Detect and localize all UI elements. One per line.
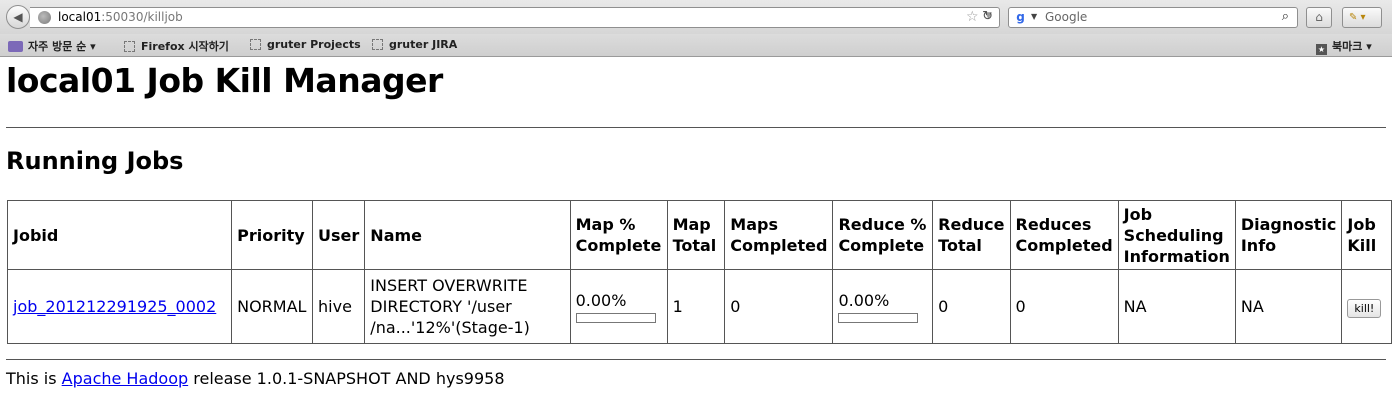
folder-icon [8,41,23,52]
header-priority: Priority [231,200,314,270]
reload-icon[interactable]: ↻ [982,9,993,24]
bookmark-gruter-jira[interactable]: gruter JIRA [372,38,457,51]
back-button[interactable]: ◀ [6,5,30,29]
header-job-kill: Job Kill [1341,200,1392,270]
divider [6,359,1386,360]
cell-job-kill: kill! [1341,269,1392,344]
bookmark-most-visited[interactable]: 자주 방문 순 ▾ [8,38,96,54]
header-map-total: Map Total [666,200,726,270]
header-map-pct: Map % Complete [569,200,668,270]
header-diagnostic-info: Diagnostic Info [1234,200,1343,270]
cell-reduce-pct: 0.00% [832,269,934,344]
apache-hadoop-link[interactable]: Apache Hadoop [62,369,189,388]
home-button[interactable]: ⌂ [1306,7,1332,28]
header-name: Name [364,200,571,270]
google-engine-icon[interactable]: g [1013,10,1028,25]
reduce-pct-text: 0.00% [838,291,890,310]
url-text: local01:50030/killjob [58,10,183,24]
footer-prefix: This is [6,369,62,388]
header-reduces-completed: Reduces Completed [1009,200,1119,270]
page-title: local01 Job Kill Manager [6,61,443,100]
bookmark-label: 자주 방문 순 ▾ [28,40,96,53]
map-pct-text: 0.00% [575,291,627,310]
bookmarks-menu[interactable]: ★ 북마크 ▾ [1316,38,1372,55]
cell-map-pct: 0.00% [569,269,668,344]
bookmark-firefox-start[interactable]: Firefox 시작하기 [124,38,229,54]
bookmark-label: gruter JIRA [389,38,458,51]
bookmarks-toolbar: 자주 방문 순 ▾ Firefox 시작하기 gruter Projects g… [0,34,1392,57]
cell-reduce-total: 0 [932,269,1011,344]
kill-button[interactable]: kill! [1347,298,1382,318]
bookmark-label: Firefox 시작하기 [141,40,229,53]
cell-priority: NORMAL [231,269,314,344]
divider [6,127,1386,128]
header-jobid: Jobid [6,200,233,270]
back-arrow-icon: ◀ [13,10,23,24]
header-reduce-total: Reduce Total [932,200,1011,270]
cell-maps-completed: 0 [724,269,834,344]
table-row: job_201212291925_0002 NORMAL hive INSERT… [6,269,1392,344]
search-placeholder: Google [1045,10,1088,24]
search-icon[interactable]: ⌕ [1282,9,1289,24]
footer: This is Apache Hadoop release 1.0.1-SNAP… [6,369,505,388]
browser-toolbar: ◀ local01:50030/killjob ☆ ▼ ↻ g ▼ Google… [0,0,1392,34]
bookmarks-menu-label: 북마크 ▾ [1332,40,1372,53]
cell-diagnostic-info: NA [1234,269,1343,344]
page-icon [372,39,383,50]
section-title: Running Jobs [6,147,184,175]
cell-user: hive [312,269,366,344]
search-bar[interactable]: g ▼ Google ⌕ [1008,7,1298,28]
map-progress-bar [575,313,656,323]
jobid-link[interactable]: job_201212291925_0002 [13,297,216,316]
url-host: local01 [58,10,102,24]
cell-scheduling-info: NA [1117,269,1236,344]
running-jobs-table: Jobid Priority User Name Map % Complete M… [6,200,1392,344]
page-icon [124,41,135,52]
home-icon: ⌂ [1315,10,1323,24]
header-maps-completed: Maps Completed [724,200,834,270]
globe-icon [38,11,51,24]
page-icon [250,39,261,50]
extension-icon: ✎ ▾ [1349,12,1366,23]
cell-reduces-completed: 0 [1009,269,1119,344]
engine-dropdown-icon[interactable]: ▼ [1031,12,1037,21]
cell-jobid: job_201212291925_0002 [6,269,233,344]
footer-suffix: release 1.0.1-SNAPSHOT AND hys9958 [188,369,505,388]
address-bar[interactable]: local01:50030/killjob ☆ ▼ ↻ [30,7,1000,28]
bookmarks-menu-icon: ★ [1316,44,1327,55]
header-scheduling-info: Job Scheduling Information [1117,200,1236,270]
cell-name: INSERT OVERWRITE DIRECTORY '/user/na...'1… [364,269,571,344]
table-header-row: Jobid Priority User Name Map % Complete M… [6,200,1392,270]
header-user: User [312,200,366,270]
header-reduce-pct: Reduce % Complete [832,200,934,270]
cell-map-total: 1 [666,269,726,344]
url-path: :50030/killjob [101,10,183,24]
extension-button[interactable]: ✎ ▾ [1342,7,1382,28]
bookmark-label: gruter Projects [267,38,361,51]
bookmark-star-icon[interactable]: ☆ [966,9,979,25]
bookmark-gruter-projects[interactable]: gruter Projects [250,38,361,51]
reduce-progress-bar [838,313,919,323]
